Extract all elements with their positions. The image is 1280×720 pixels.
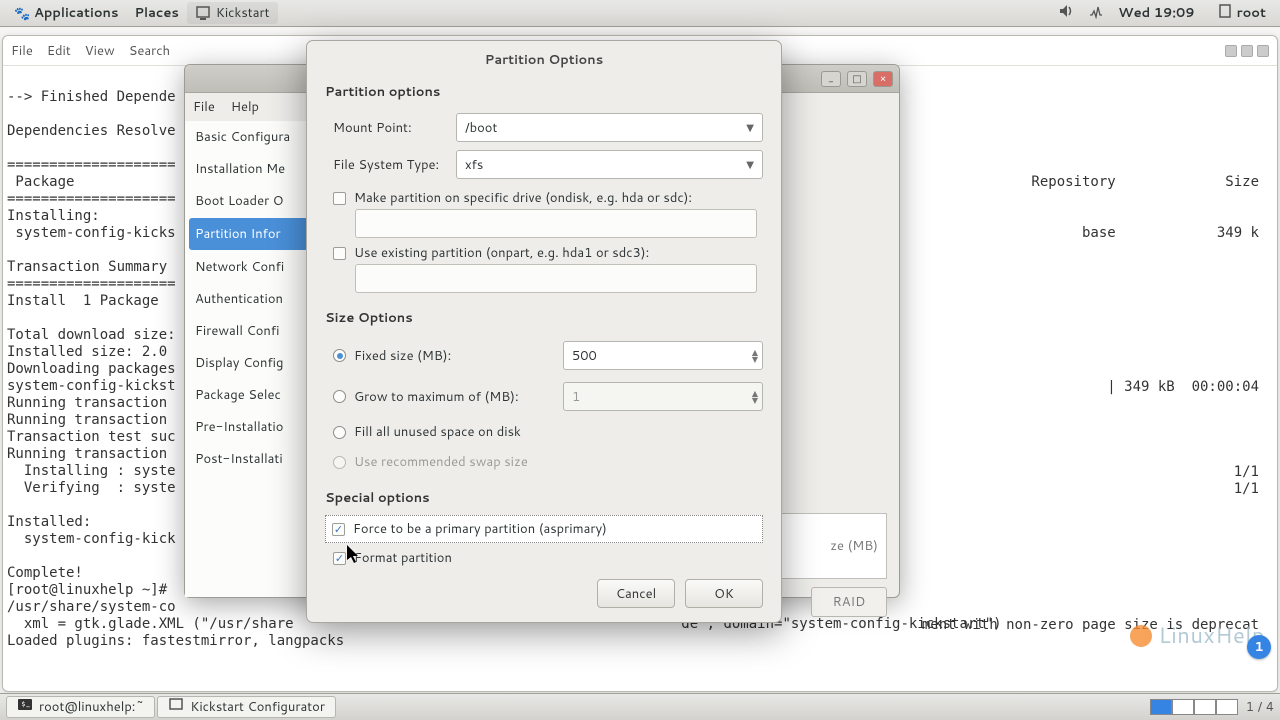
ondisk-checkbox[interactable] xyxy=(333,192,346,205)
kickstart-sidebar: Basic Configura Installation Me Boot Loa… xyxy=(185,121,313,597)
term-close-icon[interactable] xyxy=(1257,45,1269,57)
sidebar-item-network[interactable]: Network Confi xyxy=(185,251,312,283)
sidebar-item-postinstall[interactable]: Post-Installati xyxy=(185,443,312,475)
recswap-label: Use recommended swap size xyxy=(354,453,528,471)
network-icon[interactable] xyxy=(1088,3,1104,24)
section-size-options: Size Options xyxy=(325,303,763,335)
onpart-label: Use existing partition (onpart, e.g. hda… xyxy=(354,244,649,262)
onpart-input[interactable] xyxy=(355,264,757,293)
kickstart-icon xyxy=(168,697,184,718)
grow-spin: 1 ▲▼ xyxy=(563,382,763,411)
chevron-down-icon: ▼ xyxy=(746,158,754,172)
mount-point-value: /boot xyxy=(465,119,497,137)
clock[interactable]: Wed 19:09 xyxy=(1118,4,1194,22)
task-kickstart[interactable]: Kickstart Configurator xyxy=(157,696,336,718)
workspace-2[interactable] xyxy=(1172,699,1194,715)
applications-menu[interactable]: 🐾 Applications xyxy=(6,4,126,22)
recswap-radio xyxy=(333,456,346,469)
fs-type-combo[interactable]: xfs ▼ xyxy=(456,150,763,179)
term-dl-line: | 349 kB 00:00:04 xyxy=(1107,379,1259,396)
mount-point-combo[interactable]: /boot ▼ xyxy=(456,113,763,142)
window-close-button[interactable]: × xyxy=(873,71,893,87)
term-col-repository: Repository Size xyxy=(1031,174,1259,191)
kick-menu-help[interactable]: Help xyxy=(231,98,259,116)
terminal-menu-file[interactable]: File xyxy=(11,42,33,60)
kick-menu-file[interactable]: File xyxy=(193,98,215,116)
format-label: Format partition xyxy=(354,549,452,567)
terminal-menu-search[interactable]: Search xyxy=(129,42,170,60)
ondisk-input[interactable] xyxy=(355,209,757,238)
asprimary-label: Force to be a primary partition (asprima… xyxy=(353,520,607,538)
format-checkbox[interactable] xyxy=(333,552,346,565)
kickstart-icon xyxy=(195,5,211,21)
task-terminal[interactable]: $_ root@linuxhelp:~ xyxy=(6,696,155,718)
taskbar: $_ root@linuxhelp:~ Kickstart Configurat… xyxy=(0,693,1280,720)
svg-text:$_: $_ xyxy=(21,698,30,710)
foot-icon: 🐾 xyxy=(14,5,30,21)
sidebar-item-install[interactable]: Installation Me xyxy=(185,153,312,185)
sidebar-item-basic[interactable]: Basic Configura xyxy=(185,121,312,153)
term-frac-2: 1/1 xyxy=(1234,481,1259,498)
workspace-1[interactable] xyxy=(1150,699,1172,715)
section-partition-options: Partition options xyxy=(325,77,763,109)
cancel-button[interactable]: Cancel xyxy=(597,579,675,608)
sidebar-item-partition[interactable]: Partition Infor xyxy=(189,218,308,250)
term-frac-1: 1/1 xyxy=(1234,464,1259,481)
grow-radio[interactable] xyxy=(333,390,346,403)
places-menu[interactable]: Places xyxy=(126,4,186,22)
logo-icon xyxy=(1130,625,1152,647)
sidebar-item-packages[interactable]: Package Selec xyxy=(185,379,312,411)
active-app-label: Kickstart xyxy=(216,4,270,22)
onpart-checkbox[interactable] xyxy=(333,247,346,260)
top-panel: 🐾 Applications Places Kickstart Wed 19:0… xyxy=(0,0,1280,27)
partition-options-dialog: Partition Options Partition options Moun… xyxy=(306,40,782,623)
user-menu[interactable]: root xyxy=(1209,3,1274,24)
label-mount-point: Mount Point: xyxy=(325,119,450,137)
term-row-values: base 349 k xyxy=(1082,225,1259,242)
sidebar-item-preinstall[interactable]: Pre-Installatio xyxy=(185,411,312,443)
fixed-size-spin[interactable]: 500 ▲▼ xyxy=(563,341,763,370)
grow-label: Grow to maximum of (MB): xyxy=(354,388,519,406)
raid-button[interactable]: RAID xyxy=(811,587,887,617)
terminal-menu-edit[interactable]: Edit xyxy=(47,42,71,60)
spin-down-icon: ▼ xyxy=(752,397,758,404)
user-icon xyxy=(1217,3,1233,24)
fixed-size-radio[interactable] xyxy=(333,349,346,362)
sidebar-item-display[interactable]: Display Config xyxy=(185,347,312,379)
fixed-size-label: Fixed size (MB): xyxy=(354,347,451,365)
sidebar-item-auth[interactable]: Authentication xyxy=(185,283,312,315)
workspace-4[interactable] xyxy=(1216,699,1238,715)
ok-button[interactable]: OK xyxy=(685,579,763,608)
terminal-menu-view[interactable]: View xyxy=(85,42,115,60)
workspace-3[interactable] xyxy=(1194,699,1216,715)
terminal-icon: $_ xyxy=(17,697,33,718)
active-app-indicator[interactable]: Kickstart xyxy=(187,2,278,24)
workspace-pager[interactable]: 1 / 4 xyxy=(1150,698,1274,716)
volume-icon[interactable] xyxy=(1058,3,1074,24)
section-special-options: Special options xyxy=(325,483,763,515)
fs-type-value: xfs xyxy=(465,156,483,174)
window-maximize-button[interactable]: □ xyxy=(847,71,867,87)
ondisk-label: Make partition on specific drive (ondisk… xyxy=(354,189,692,207)
label-fs-type: File System Type: xyxy=(325,156,450,174)
notification-badge[interactable]: 1 xyxy=(1247,635,1271,659)
spin-down-icon[interactable]: ▼ xyxy=(752,356,758,363)
term-min-icon[interactable] xyxy=(1225,45,1237,57)
sidebar-item-bootloader[interactable]: Boot Loader O xyxy=(185,185,312,217)
window-minimize-button[interactable]: _ xyxy=(821,71,841,87)
term-max-icon[interactable] xyxy=(1241,45,1253,57)
linuxhelp-watermark: LinuxHelp xyxy=(1130,620,1265,651)
dialog-title: Partition Options xyxy=(307,41,781,77)
chevron-down-icon: ▼ xyxy=(746,121,754,135)
fill-label: Fill all unused space on disk xyxy=(354,423,521,441)
asprimary-checkbox[interactable] xyxy=(332,523,345,536)
pager-text: 1 / 4 xyxy=(1246,698,1274,716)
col-size-mb: ze (MB) xyxy=(830,537,878,555)
fill-radio[interactable] xyxy=(333,426,346,439)
sidebar-item-firewall[interactable]: Firewall Confi xyxy=(185,315,312,347)
